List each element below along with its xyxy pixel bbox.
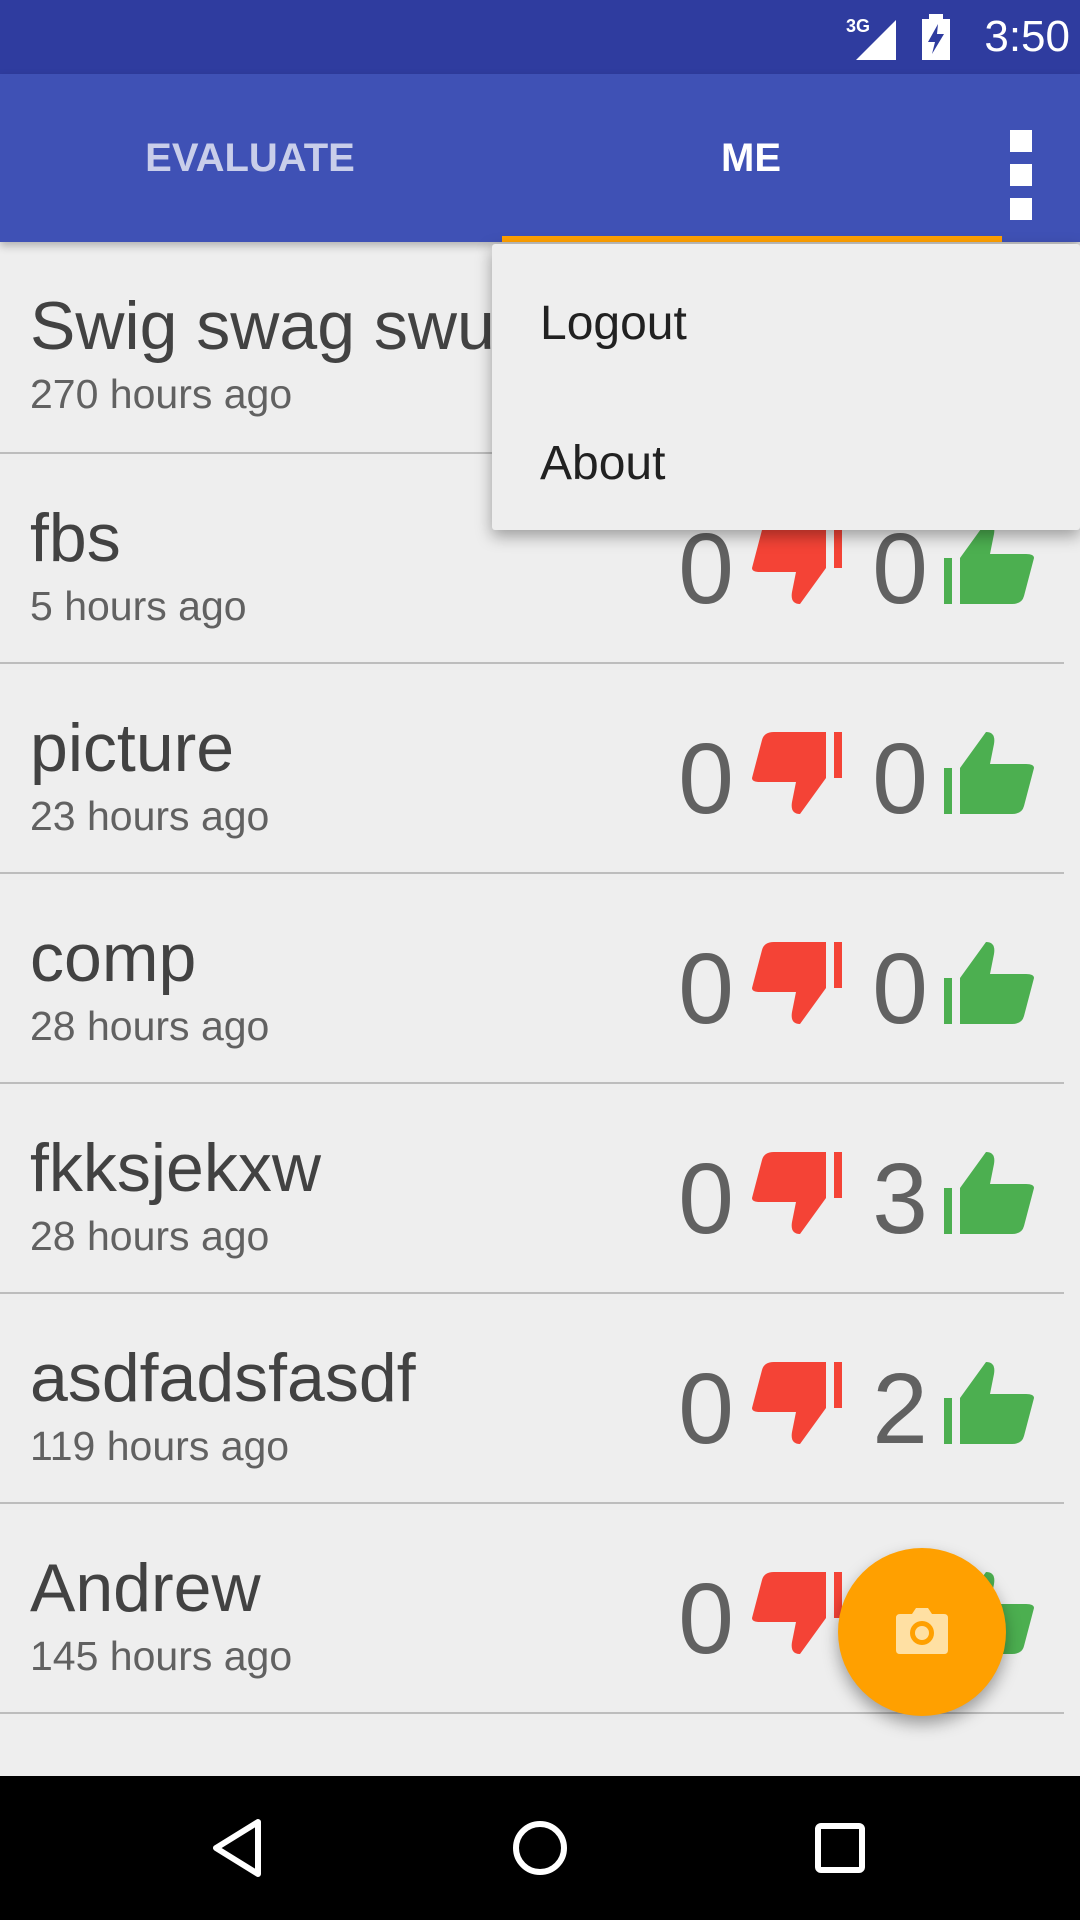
app-bar: EVALUATE ME — [0, 74, 1080, 242]
status-bar: 3G 3:50 — [0, 0, 1080, 74]
menu-item-logout[interactable]: Logout — [540, 294, 687, 354]
home-icon[interactable] — [508, 1816, 572, 1880]
downvote-count: 0 — [678, 1563, 734, 1675]
downvote-count: 0 — [678, 933, 734, 1045]
tab-evaluate[interactable]: EVALUATE — [0, 74, 500, 242]
thumbs-down-icon[interactable] — [752, 1152, 842, 1234]
post-title: fbs — [30, 500, 121, 576]
upvote-count: 0 — [872, 513, 928, 625]
thumbs-up-icon[interactable] — [944, 522, 1034, 604]
thumbs-down-icon[interactable] — [752, 732, 842, 814]
downvote-count: 0 — [678, 1353, 734, 1465]
tab-me[interactable]: ME — [500, 74, 1002, 242]
post-time: 5 hours ago — [30, 583, 247, 629]
tab-indicator — [502, 236, 1002, 242]
overflow-menu: Logout About — [492, 244, 1080, 530]
post-time: 119 hours ago — [30, 1423, 290, 1469]
thumbs-down-icon[interactable] — [752, 942, 842, 1024]
post-title: asdfadsfasdf — [30, 1340, 416, 1416]
svg-text:3G: 3G — [846, 16, 870, 36]
list-item[interactable]: fkksjekxw 28 hours ago 0 3 — [0, 1084, 1080, 1294]
post-title: comp — [30, 920, 197, 996]
list-item[interactable]: comp 28 hours ago 0 0 — [0, 874, 1080, 1084]
status-time: 3:50 — [984, 12, 1070, 61]
post-time: 23 hours ago — [30, 793, 270, 839]
overflow-menu-icon[interactable] — [1010, 130, 1040, 220]
thumbs-up-icon[interactable] — [944, 732, 1034, 814]
signal-3g-icon: 3G — [846, 16, 896, 60]
post-time: 28 hours ago — [30, 1213, 270, 1259]
post-title: picture — [30, 710, 235, 786]
post-time: 145 hours ago — [30, 1633, 293, 1679]
downvote-count: 0 — [678, 513, 734, 625]
post-time: 270 hours ago — [30, 371, 293, 417]
downvote-count: 0 — [678, 723, 734, 835]
recents-icon[interactable] — [808, 1816, 872, 1880]
battery-charging-icon — [922, 14, 950, 60]
post-title: Swig swag swu — [30, 288, 495, 364]
back-icon[interactable] — [210, 1816, 274, 1880]
upvote-count: 0 — [872, 933, 928, 1045]
list-item[interactable]: picture 23 hours ago 0 0 — [0, 664, 1080, 874]
post-title: fkksjekxw — [30, 1130, 321, 1206]
thumbs-down-icon[interactable] — [752, 1362, 842, 1444]
post-time: 28 hours ago — [30, 1003, 270, 1049]
upvote-count: 0 — [872, 723, 928, 835]
upvote-count: 3 — [872, 1143, 928, 1255]
camera-fab-button[interactable] — [838, 1548, 1006, 1716]
downvote-count: 0 — [678, 1143, 734, 1255]
thumbs-down-icon[interactable] — [752, 1572, 842, 1654]
camera-icon — [896, 1608, 948, 1654]
post-title: Andrew — [30, 1550, 261, 1626]
menu-item-about[interactable]: About — [540, 434, 665, 494]
thumbs-up-icon[interactable] — [944, 1152, 1034, 1234]
thumbs-up-icon[interactable] — [944, 1362, 1034, 1444]
navigation-bar — [0, 1776, 1080, 1920]
upvote-count: 2 — [872, 1353, 928, 1465]
list-item[interactable]: asdfadsfasdf 119 hours ago 0 2 — [0, 1294, 1080, 1504]
thumbs-up-icon[interactable] — [944, 942, 1034, 1024]
thumbs-down-icon[interactable] — [752, 522, 842, 604]
